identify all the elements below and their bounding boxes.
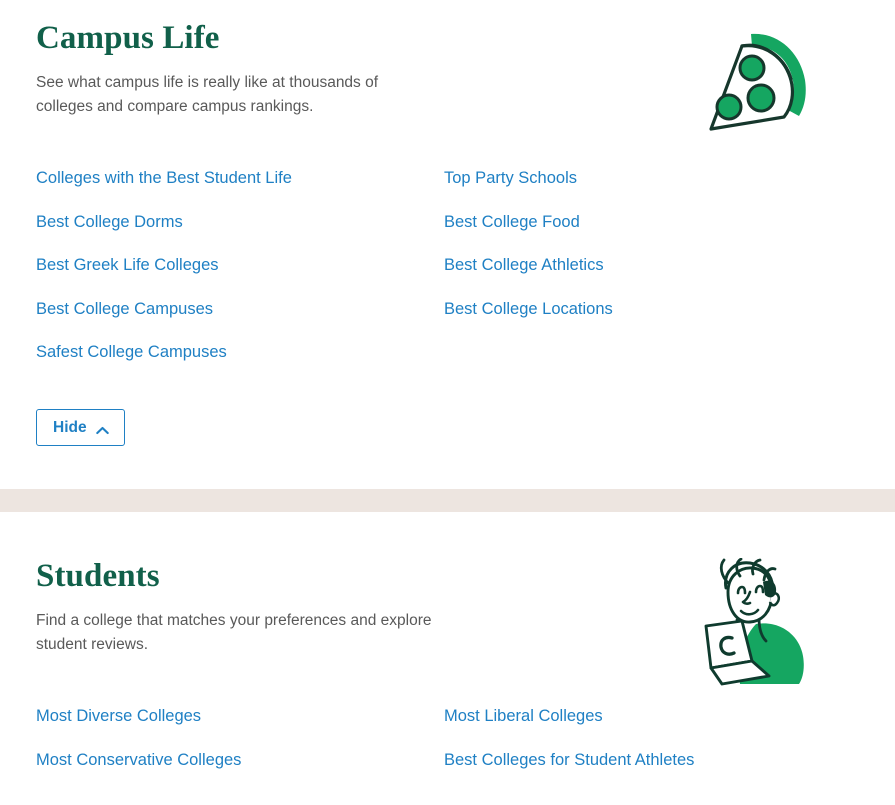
section-campus-life: Campus Life See what campus life is real… xyxy=(0,0,895,489)
link-row: Best College Campuses Best College Locat… xyxy=(36,301,859,345)
chevron-up-icon xyxy=(95,423,109,434)
toggle-row: Hide xyxy=(36,408,859,447)
students-header: Students Find a college that matches you… xyxy=(36,557,859,686)
link-cell: Best College Locations xyxy=(444,301,613,319)
link-cell: Best Colleges for Student Athletes xyxy=(444,752,694,770)
pizza-slice-icon xyxy=(695,24,813,136)
link-most-liberal-colleges[interactable]: Most Liberal Colleges xyxy=(444,708,603,725)
section-students: Students Find a college that matches you… xyxy=(0,512,895,805)
link-most-diverse-colleges[interactable]: Most Diverse Colleges xyxy=(36,708,201,725)
link-top-party-schools[interactable]: Top Party Schools xyxy=(444,170,577,187)
link-best-college-dorms[interactable]: Best College Dorms xyxy=(36,214,183,231)
link-best-college-locations[interactable]: Best College Locations xyxy=(444,301,613,318)
link-cell: Colleges with the Best Student Life xyxy=(36,170,444,188)
link-best-college-campuses[interactable]: Best College Campuses xyxy=(36,301,213,318)
campus-life-header: Campus Life See what campus life is real… xyxy=(36,20,859,131)
link-row: Safest College Campuses xyxy=(36,344,859,388)
link-cell: Best College Athletics xyxy=(444,257,604,275)
link-row: Most Conservative Colleges Best Colleges… xyxy=(36,752,859,796)
link-cell: Most Conservative Colleges xyxy=(36,752,444,770)
link-safest-college-campuses[interactable]: Safest College Campuses xyxy=(36,344,227,361)
link-best-college-athletics[interactable]: Best College Athletics xyxy=(444,257,604,274)
link-cell: Best College Dorms xyxy=(36,214,444,232)
link-cell: Top Party Schools xyxy=(444,170,577,188)
link-cell: Best Greek Life Colleges xyxy=(36,257,444,275)
link-row: Colleges with the Best Student Life Top … xyxy=(36,170,859,214)
campus-life-description: See what campus life is really like at t… xyxy=(36,73,379,115)
link-row: Best College Dorms Best College Food xyxy=(36,214,859,258)
link-cell: Most Liberal Colleges xyxy=(444,708,603,726)
link-best-colleges-for-student-athletes[interactable]: Best Colleges for Student Athletes xyxy=(444,752,694,769)
link-best-college-food[interactable]: Best College Food xyxy=(444,214,580,231)
hide-button[interactable]: Hide xyxy=(36,408,125,447)
link-colleges-with-the-best-student-life[interactable]: Colleges with the Best Student Life xyxy=(36,170,292,187)
link-cell: Most Diverse Colleges xyxy=(36,708,444,726)
students-description: Find a college that matches your prefere… xyxy=(36,611,432,653)
link-cell: Best College Campuses xyxy=(36,301,444,319)
link-cell: Safest College Campuses xyxy=(36,344,444,362)
link-row: Best Greek Life Colleges Best College At… xyxy=(36,257,859,301)
hide-button-label: Hide xyxy=(53,418,87,436)
campus-life-link-grid: Colleges with the Best Student Life Top … xyxy=(36,170,859,388)
link-best-greek-life-colleges[interactable]: Best Greek Life Colleges xyxy=(36,257,219,274)
page-root: Campus Life See what campus life is real… xyxy=(0,0,895,805)
student-with-laptop-icon xyxy=(693,557,813,690)
link-row: Most Diverse Colleges Most Liberal Colle… xyxy=(36,708,859,752)
students-link-grid: Most Diverse Colleges Most Liberal Colle… xyxy=(36,708,859,795)
link-cell: Best College Food xyxy=(444,214,580,232)
link-most-conservative-colleges[interactable]: Most Conservative Colleges xyxy=(36,752,241,769)
